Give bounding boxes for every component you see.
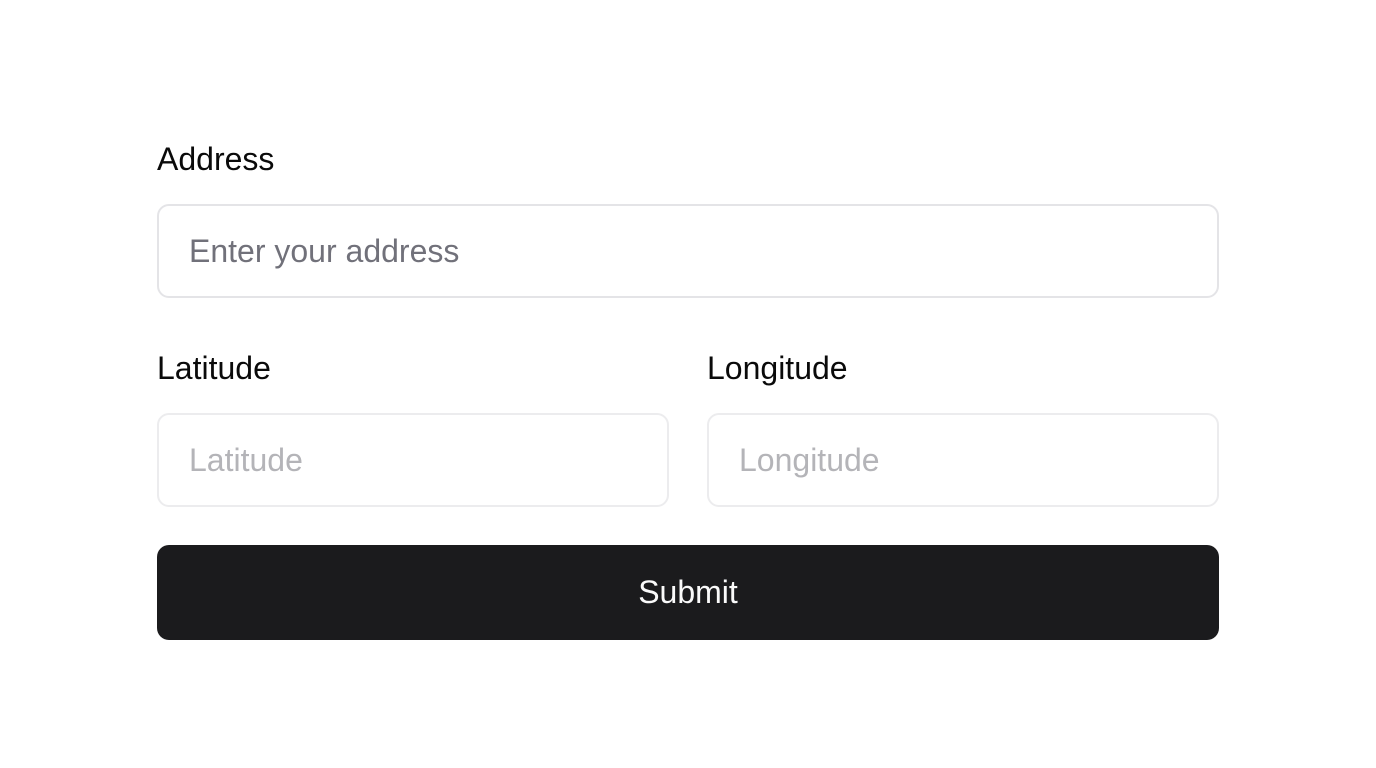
page: Address Latitude Longitude Submit bbox=[0, 0, 1376, 768]
latitude-input[interactable] bbox=[157, 413, 669, 507]
location-form: Address Latitude Longitude Submit bbox=[157, 138, 1219, 640]
latitude-field-group: Latitude bbox=[157, 347, 669, 507]
address-input[interactable] bbox=[157, 204, 1219, 298]
longitude-field-group: Longitude bbox=[707, 347, 1219, 507]
address-field-group: Address bbox=[157, 138, 1219, 298]
submit-button[interactable]: Submit bbox=[157, 545, 1219, 640]
address-label: Address bbox=[157, 141, 275, 177]
latitude-label: Latitude bbox=[157, 350, 271, 386]
longitude-label: Longitude bbox=[707, 350, 848, 386]
longitude-input[interactable] bbox=[707, 413, 1219, 507]
coordinates-row: Latitude Longitude bbox=[157, 347, 1219, 507]
